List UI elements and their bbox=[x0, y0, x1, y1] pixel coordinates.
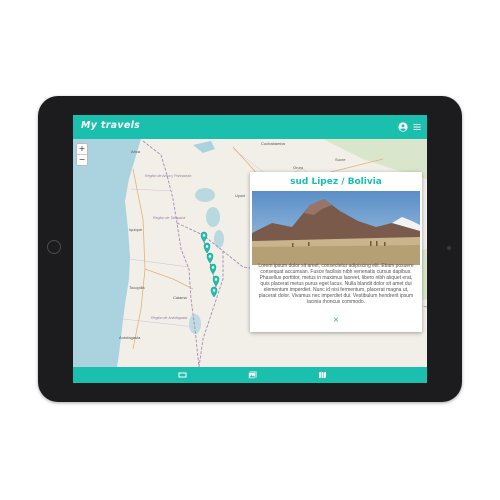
label-calama: Calama bbox=[173, 295, 188, 300]
front-camera bbox=[447, 246, 451, 250]
app-header: My travels bbox=[73, 115, 427, 139]
app-screen: My travels Cochabamba Sucre Arica Iquiqu… bbox=[73, 115, 427, 383]
hamburger-menu-icon[interactable] bbox=[413, 123, 421, 131]
bottom-navigation bbox=[73, 367, 427, 383]
cards-icon[interactable] bbox=[178, 371, 187, 379]
app-title: My travels bbox=[81, 120, 141, 131]
label-iquique: Iquique bbox=[129, 227, 143, 232]
label-antofagasta: Antofagasta bbox=[119, 335, 141, 340]
label-region-tarapaca: Región de Tarapacá bbox=[153, 216, 185, 220]
label-uyuni: Uyuni bbox=[235, 193, 245, 198]
account-circle-icon[interactable] bbox=[398, 122, 408, 132]
location-photo bbox=[252, 191, 420, 265]
home-button[interactable] bbox=[47, 240, 61, 254]
label-oruro: Oruro bbox=[293, 165, 304, 170]
zoom-control: + − bbox=[76, 143, 88, 166]
zoom-out-button[interactable]: − bbox=[77, 155, 87, 165]
label-arica: Arica bbox=[131, 149, 141, 154]
location-popup: sud Lipez / Bolivia Lorem ipsum dolor si… bbox=[250, 172, 422, 332]
zoom-in-button[interactable]: + bbox=[77, 144, 87, 155]
popup-close-button[interactable]: × bbox=[250, 315, 422, 324]
label-tocopilla: Tocopilla bbox=[129, 285, 145, 290]
popup-title: sud Lipez / Bolivia bbox=[290, 177, 382, 187]
label-sucre: Sucre bbox=[335, 157, 346, 162]
popup-description: Lorem ipsum dolor sit amet, consectetur … bbox=[258, 263, 414, 305]
label-region-arica: Región de Arica y Parinacota bbox=[145, 174, 191, 178]
label-region-antofagasta: Región de Antofagasta bbox=[151, 316, 187, 320]
photos-icon[interactable] bbox=[248, 371, 257, 379]
label-cochabamba: Cochabamba bbox=[261, 141, 286, 146]
map-icon[interactable] bbox=[318, 371, 327, 379]
